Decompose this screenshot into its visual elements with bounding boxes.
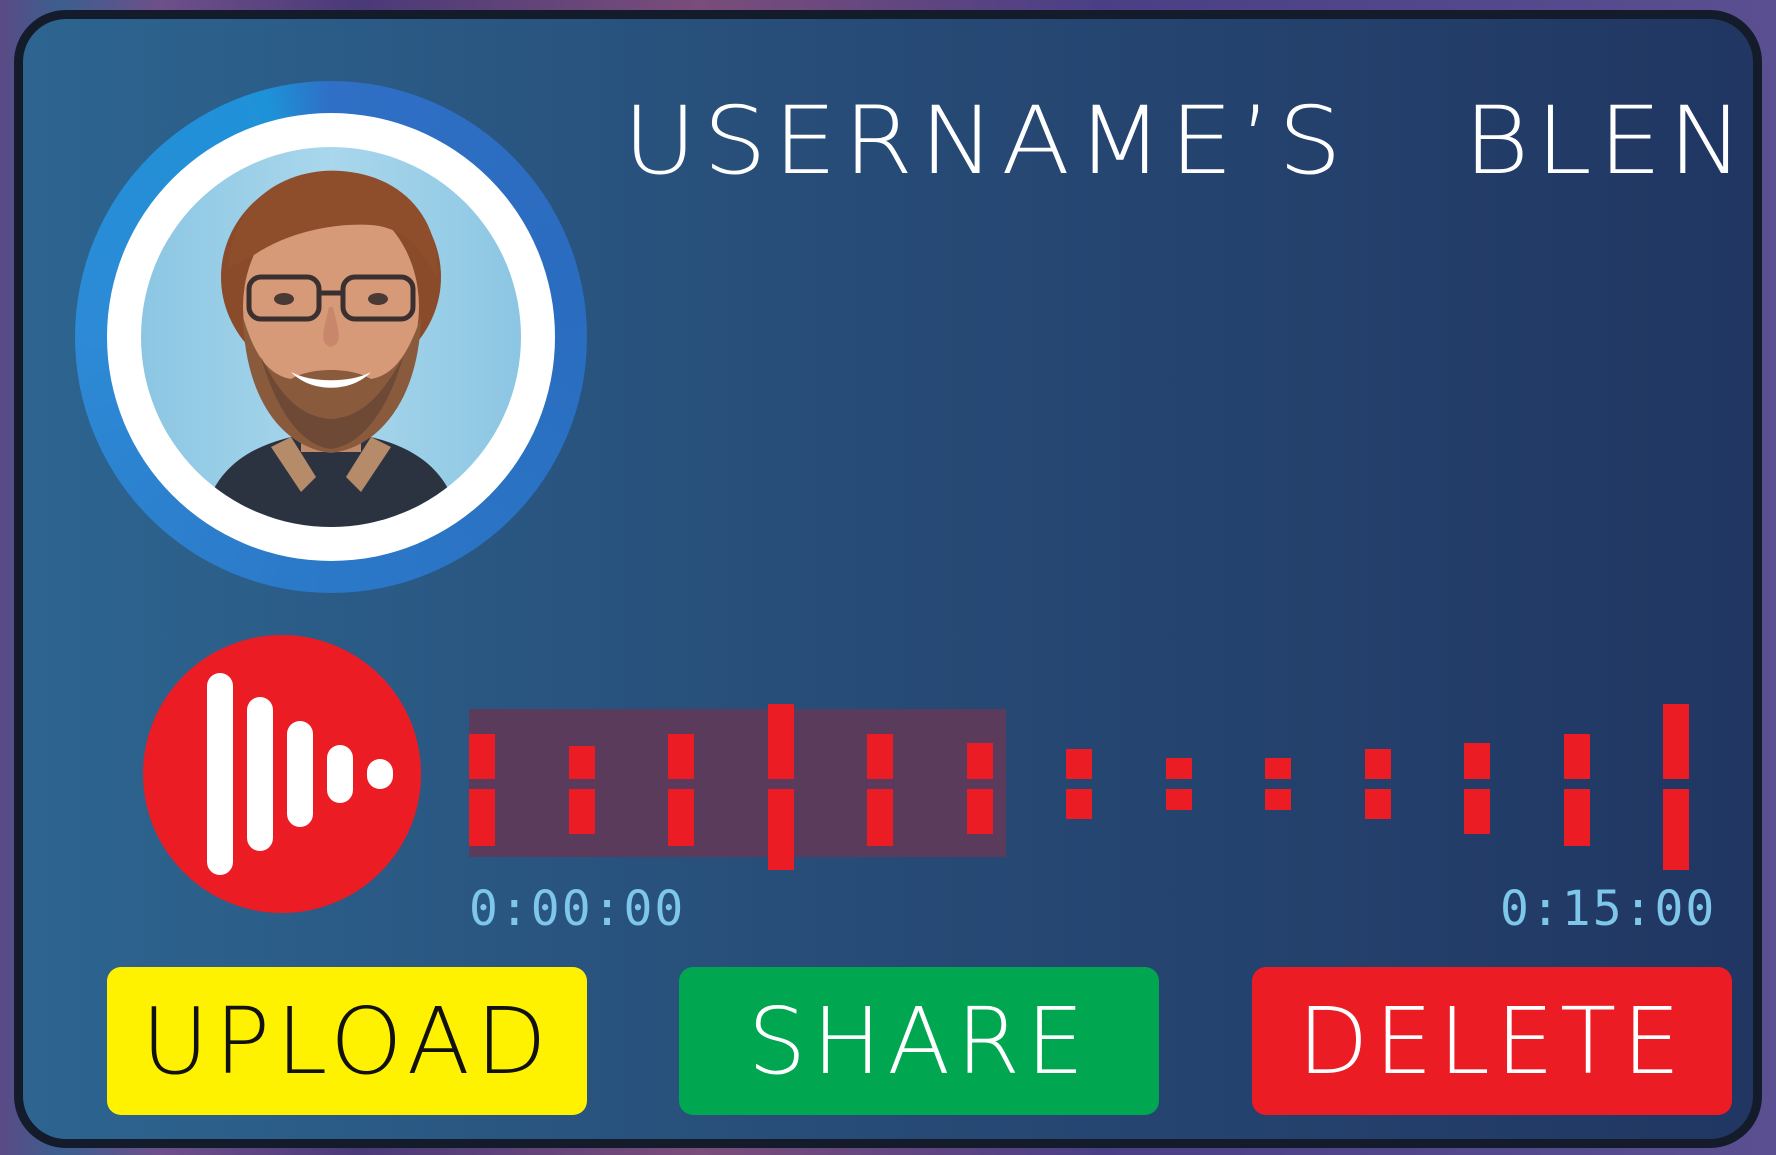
waveform-bar — [569, 789, 595, 834]
waveform-bar — [1265, 758, 1291, 779]
waveform-bar — [668, 734, 694, 779]
waveform-bar — [1663, 789, 1689, 870]
waveform-bar — [469, 734, 495, 779]
avatar-portrait-image — [201, 170, 461, 527]
time-end: 0:15:00 — [1500, 881, 1717, 937]
waveform-bar — [1464, 743, 1490, 779]
waveform-bar — [1564, 734, 1590, 779]
waveform-bar — [1166, 789, 1192, 810]
waveform-bar — [469, 789, 495, 846]
delete-button-label: DELETE — [1297, 987, 1687, 1095]
waveform-bar — [1066, 749, 1092, 779]
waveform-bar — [569, 746, 595, 779]
upload-button-label: UPLOAD — [141, 987, 553, 1095]
blend-title: USERNAME’S BLEND — [623, 87, 1762, 196]
waveform-bar — [867, 789, 893, 846]
waveform-bar — [967, 789, 993, 834]
waveform-bar — [768, 789, 794, 870]
waveform-bar — [1464, 789, 1490, 834]
waveform-bar — [1265, 789, 1291, 810]
waveform-bar — [1663, 704, 1689, 779]
time-start: 0:00:00 — [469, 881, 686, 937]
waveform-bar — [1166, 758, 1192, 779]
waveform-bar — [768, 704, 794, 779]
waveform-bar — [967, 743, 993, 779]
record-button[interactable] — [143, 635, 421, 913]
waveform-bar — [1066, 789, 1092, 819]
audio-timeline[interactable] — [469, 704, 1689, 870]
blend-card: USERNAME’S BLEND 0:00:00 0:15:00 UPLOAD … — [14, 10, 1762, 1148]
avatar[interactable] — [141, 147, 521, 527]
avatar-frame — [107, 113, 555, 561]
waveform-bar — [1365, 749, 1391, 779]
waveform-bar — [1564, 789, 1590, 846]
share-button[interactable]: SHARE — [679, 967, 1159, 1115]
avatar-progress-ring — [75, 81, 587, 593]
waveform-bar — [668, 789, 694, 846]
waveform-bar — [867, 734, 893, 779]
delete-button[interactable]: DELETE — [1252, 967, 1732, 1115]
waveform-bar — [1365, 789, 1391, 819]
share-button-label: SHARE — [747, 987, 1091, 1095]
played-region — [469, 709, 1006, 857]
upload-button[interactable]: UPLOAD — [107, 967, 587, 1115]
